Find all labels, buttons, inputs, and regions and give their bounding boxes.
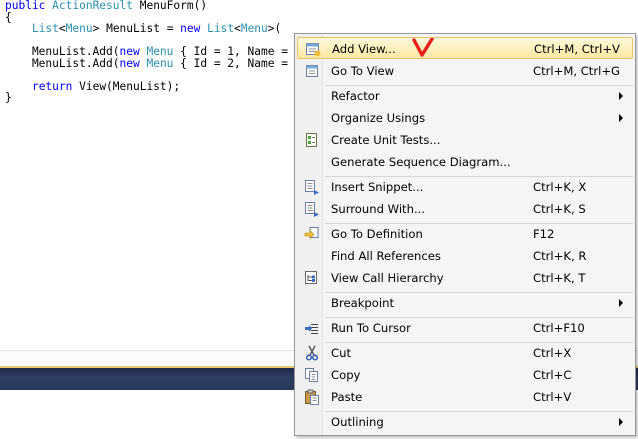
surround-with-icon xyxy=(304,201,320,217)
menu-item-generate-sequence-diagram[interactable]: Generate Sequence Diagram... xyxy=(297,151,633,173)
call-hierarchy-icon xyxy=(304,270,320,286)
code-token: < xyxy=(234,22,241,35)
code-token: Menu xyxy=(240,22,268,35)
code-token: List xyxy=(207,22,235,35)
menu-item-copy[interactable]: Copy Ctrl+C xyxy=(297,364,633,386)
menu-item-label: Run To Cursor xyxy=(331,321,411,335)
menu-item-label: Go To View xyxy=(331,64,395,78)
menu-item-breakpoint[interactable]: Breakpoint xyxy=(297,292,633,314)
code-token: { Id = 2, Name = xyxy=(173,56,288,70)
menu-item-label: Generate Sequence Diagram... xyxy=(331,155,511,169)
red-check-mark-icon xyxy=(412,38,434,57)
run-to-cursor-icon xyxy=(304,320,320,336)
code-line[interactable]: } xyxy=(5,92,288,104)
menu-item-shortcut: Ctrl+K, T xyxy=(533,271,586,285)
menu-item-outlining[interactable]: Outlining xyxy=(297,411,633,433)
code-token: >( xyxy=(267,22,282,35)
submenu-arrow-icon xyxy=(619,114,623,122)
menu-item-surround-with[interactable]: Surround With... Ctrl+K, S xyxy=(297,198,633,220)
menu-item-refactor[interactable]: Refactor xyxy=(297,85,633,107)
menu-item-add-view[interactable]: Add View... Ctrl+M, Ctrl+V xyxy=(297,37,633,59)
menu-item-find-all-references[interactable]: Find All References Ctrl+K, R xyxy=(297,245,633,267)
go-to-view-icon xyxy=(304,63,320,79)
code-token: > MenuList = xyxy=(92,22,181,35)
paste-icon xyxy=(304,389,320,405)
menu-item-shortcut: Ctrl+C xyxy=(533,368,572,382)
code-token: ActionResult xyxy=(52,0,133,12)
menu-item-shortcut: Ctrl+M, Ctrl+G xyxy=(533,64,621,78)
menu-item-label: Insert Snippet... xyxy=(331,180,424,194)
menu-item-shortcut: Ctrl+F10 xyxy=(533,321,585,335)
menu-item-label: Cut xyxy=(331,346,351,360)
menu-item-label: Paste xyxy=(331,390,363,404)
menu-item-shortcut: Ctrl+V xyxy=(533,390,572,404)
submenu-arrow-icon xyxy=(619,299,623,307)
menu-item-shortcut: F12 xyxy=(533,227,555,241)
menu-item-label: Surround With... xyxy=(331,202,425,216)
copy-icon xyxy=(304,367,320,383)
menu-item-cut[interactable]: Cut Ctrl+X xyxy=(297,342,633,364)
menu-item-go-to-definition[interactable]: Go To Definition F12 xyxy=(297,223,633,245)
menu-item-shortcut: Ctrl+K, X xyxy=(533,180,587,194)
code-token: List xyxy=(31,22,59,35)
code-token: < xyxy=(58,22,66,35)
code-token: public xyxy=(5,0,53,12)
menu-item-label: Create Unit Tests... xyxy=(331,133,441,147)
menu-item-label: Refactor xyxy=(331,89,380,103)
menu-item-label: Add View... xyxy=(332,42,396,56)
unit-test-icon xyxy=(304,132,320,148)
menu-item-go-to-view[interactable]: Go To View Ctrl+M, Ctrl+G xyxy=(297,60,633,82)
menu-item-shortcut: Ctrl+K, R xyxy=(533,249,587,263)
menu-item-create-unit-tests[interactable]: Create Unit Tests... xyxy=(297,129,633,151)
menu-item-label: Copy xyxy=(331,368,361,382)
submenu-arrow-icon xyxy=(619,418,623,426)
code-token: return xyxy=(31,79,80,93)
menu-item-organize-usings[interactable]: Organize Usings xyxy=(297,107,633,129)
add-view-icon xyxy=(305,41,321,57)
menu-item-run-to-cursor[interactable]: Run To Cursor Ctrl+F10 xyxy=(297,317,633,339)
code-block[interactable]: public ActionResult MenuForm(){ List<Men… xyxy=(5,0,288,104)
code-token: MenuForm() xyxy=(132,0,208,12)
menu-item-label: Go To Definition xyxy=(331,227,423,241)
code-token: Menu xyxy=(146,56,174,70)
menu-item-label: Breakpoint xyxy=(331,296,394,310)
context-menu: Add View... Ctrl+M, Ctrl+V Go To View Ct… xyxy=(294,33,636,436)
code-token: Menu xyxy=(65,22,93,35)
menu-item-view-call-hierarchy[interactable]: View Call Hierarchy Ctrl+K, T xyxy=(297,267,633,289)
code-token: new xyxy=(119,56,147,70)
code-line[interactable]: List<Menu> MenuList = new List<Menu>( xyxy=(5,23,288,35)
code-token: View(MenuList); xyxy=(79,79,181,93)
cut-icon xyxy=(304,345,320,361)
code-line[interactable]: public ActionResult MenuForm() xyxy=(5,0,288,12)
menu-item-label: Outlining xyxy=(331,415,384,429)
menu-item-label: Organize Usings xyxy=(331,111,426,125)
code-token: new xyxy=(180,22,208,35)
submenu-arrow-icon xyxy=(619,92,623,100)
code-token: MenuList.Add( xyxy=(5,56,120,70)
menu-item-shortcut: Ctrl+K, S xyxy=(533,202,586,216)
insert-snippet-icon xyxy=(304,179,320,195)
menu-item-paste[interactable]: Paste Ctrl+V xyxy=(297,386,633,408)
menu-item-label: View Call Hierarchy xyxy=(331,271,444,285)
code-line[interactable]: MenuList.Add(new Menu { Id = 2, Name = xyxy=(5,56,288,70)
code-token: } xyxy=(5,91,12,104)
menu-item-label: Find All References xyxy=(331,249,441,263)
menu-item-shortcut: Ctrl+M, Ctrl+V xyxy=(534,42,620,56)
menu-item-insert-snippet[interactable]: Insert Snippet... Ctrl+K, X xyxy=(297,176,633,198)
code-line[interactable]: return View(MenuList); xyxy=(5,79,288,93)
menu-item-shortcut: Ctrl+X xyxy=(533,346,572,360)
go-to-definition-icon xyxy=(304,226,320,242)
